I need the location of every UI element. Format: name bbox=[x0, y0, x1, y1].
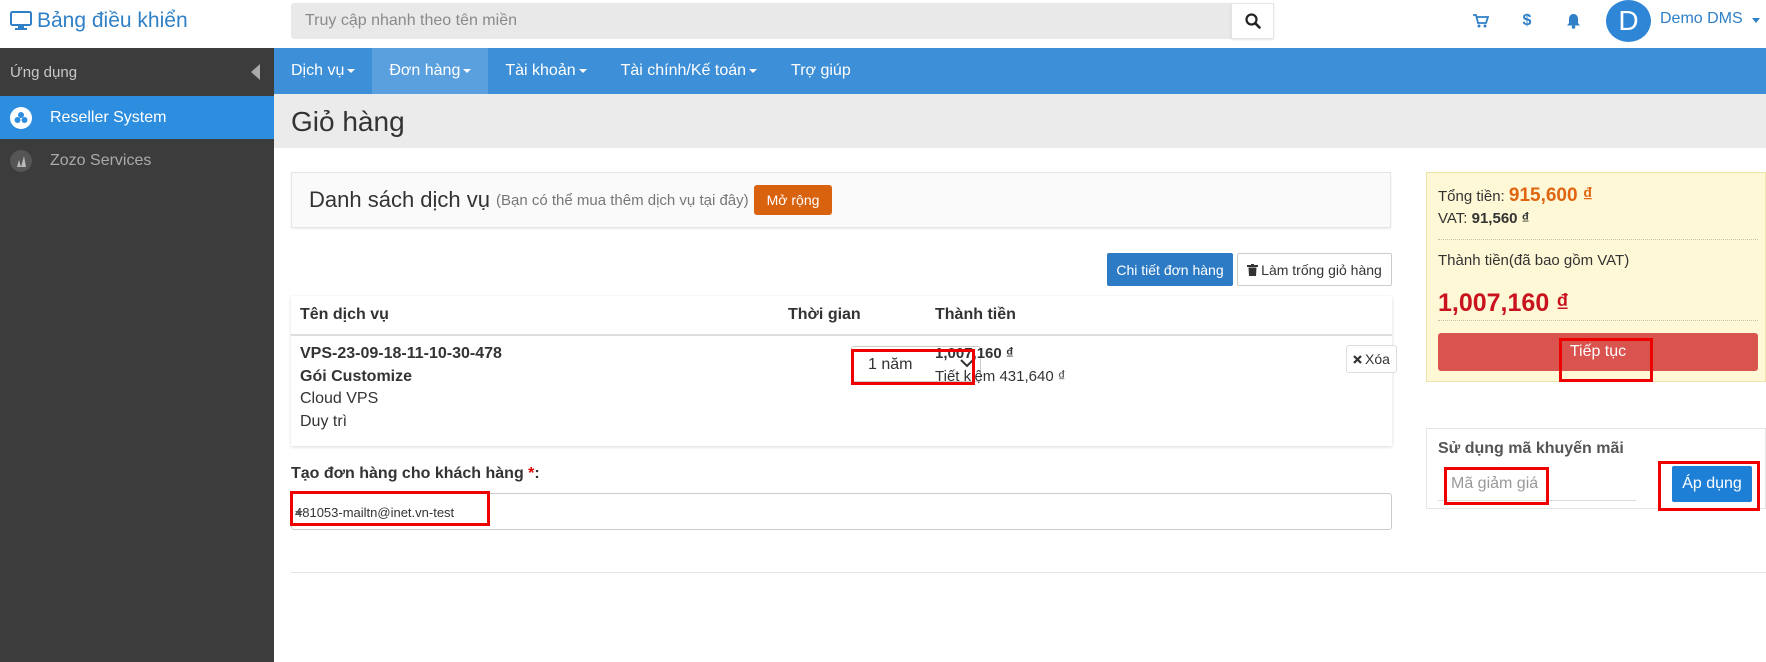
nav-label: Tài khoản bbox=[505, 62, 576, 79]
expand-button[interactable]: Mở rộng bbox=[753, 185, 833, 215]
bell-icon bbox=[1566, 14, 1580, 29]
search-icon bbox=[1244, 13, 1261, 29]
nav-label: Dịch vụ bbox=[291, 62, 345, 79]
main-content: Danh sách dịch vụ (Bạn có thể mua thêm d… bbox=[274, 148, 1766, 662]
service-name: VPS-23-09-18-11-10-30-478 bbox=[300, 345, 502, 362]
nav-item-orders[interactable]: Đơn hàng bbox=[372, 48, 489, 94]
vat-label: VAT: bbox=[1438, 210, 1468, 227]
total-line: Tổng tiền: 915,600 ₫ bbox=[1438, 185, 1593, 207]
service-list-subtitle: (Bạn có thể mua thêm dịch vụ tại đây) bbox=[496, 191, 749, 209]
service-package: Gói Customize bbox=[300, 367, 413, 385]
service-saving: Tiết kiệm 431,640 ₫ bbox=[935, 367, 1066, 385]
divider bbox=[291, 572, 1766, 573]
order-detail-label: Chi tiết đơn hàng bbox=[1116, 261, 1224, 278]
continue-button[interactable]: Tiếp tục bbox=[1438, 333, 1758, 371]
sidebar-item-label: Zozo Services bbox=[50, 151, 152, 169]
vat-line: VAT: 91,560 ₫ bbox=[1438, 210, 1529, 227]
service-type: Cloud VPS bbox=[300, 390, 379, 407]
apply-promo-button[interactable]: Áp dụng bbox=[1672, 466, 1752, 502]
top-bar: Bảng điều khiển $ D Demo DMS bbox=[0, 0, 1766, 48]
main-nav: Dịch vụ Đơn hàng Tài khoản Tài chính/Kế … bbox=[274, 48, 1766, 94]
brand-title: Bảng điều khiển bbox=[37, 9, 188, 32]
notification-button[interactable] bbox=[1562, 10, 1584, 32]
cart-button[interactable] bbox=[1470, 10, 1492, 32]
customer-select[interactable]: 481053-mailtn@inet.vn-test bbox=[291, 493, 1392, 530]
sidebar: Ứng dụng Reseller System Zozo Services bbox=[0, 48, 274, 662]
avatar[interactable]: D bbox=[1606, 0, 1651, 42]
grand-total-value: 1,007,160 ₫ bbox=[1438, 289, 1569, 317]
service-action: Duy trì bbox=[300, 412, 348, 430]
caret-down-icon bbox=[295, 511, 303, 515]
trash-icon bbox=[1247, 263, 1259, 276]
service-info: VPS-23-09-18-11-10-30-478 Gói Customize … bbox=[300, 343, 502, 433]
nav-item-finance[interactable]: Tài chính/Kế toán bbox=[604, 48, 774, 94]
search-button[interactable] bbox=[1231, 3, 1274, 39]
col-service-name: Tên dịch vụ bbox=[300, 306, 389, 323]
continue-label: Tiếp tục bbox=[1569, 343, 1627, 360]
table-header: Tên dịch vụ Thời gian Thành tiền bbox=[291, 296, 1392, 336]
total-label: Tổng tiền: bbox=[1438, 188, 1505, 205]
empty-cart-button[interactable]: Làm trống giỏ hàng bbox=[1237, 253, 1392, 286]
sidebar-item-label: Reseller System bbox=[50, 108, 167, 126]
caret-down-icon bbox=[347, 69, 356, 73]
customer-value: 481053-mailtn@inet.vn-test bbox=[295, 505, 455, 520]
delete-label: Xóa bbox=[1365, 351, 1390, 367]
zozo-logo-icon bbox=[10, 149, 32, 172]
service-list-title: Danh sách dịch vụ bbox=[309, 187, 490, 212]
sidebar-title: Ứng dụng bbox=[10, 63, 78, 81]
empty-cart-label: Làm trống giỏ hàng bbox=[1261, 261, 1382, 278]
nav-item-help[interactable]: Trợ giúp bbox=[774, 48, 868, 94]
user-menu[interactable]: Demo DMS bbox=[1660, 10, 1743, 28]
price-info: 1,007,160 ₫ Tiết kiệm 431,640 ₫ bbox=[935, 343, 1066, 388]
divider bbox=[1438, 239, 1758, 240]
customer-label-text: Tạo đơn hàng cho khách hàng bbox=[291, 465, 524, 482]
caret-down-icon bbox=[749, 69, 758, 73]
nav-item-account[interactable]: Tài khoản bbox=[488, 48, 603, 94]
dollar-icon: $ bbox=[1522, 12, 1532, 29]
sidebar-header: Ứng dụng bbox=[0, 48, 274, 96]
divider bbox=[1438, 320, 1758, 321]
search-input[interactable] bbox=[291, 3, 1274, 39]
customer-label-colon: : bbox=[534, 465, 540, 482]
total-value: 915,600 ₫ bbox=[1508, 185, 1593, 206]
monitor-icon bbox=[10, 11, 32, 30]
nav-item-services[interactable]: Dịch vụ bbox=[274, 48, 372, 94]
page-header: Giỏ hàng bbox=[274, 94, 1766, 148]
caret-down-icon bbox=[578, 69, 587, 73]
duration-value: 1 năm bbox=[868, 356, 913, 373]
nav-label: Đơn hàng bbox=[389, 62, 461, 79]
promo-title: Sử dụng mã khuyến mãi bbox=[1438, 440, 1624, 457]
grand-total-label: Thành tiền(đã bao gồm VAT) bbox=[1438, 252, 1630, 269]
sidebar-item-zozo-services[interactable]: Zozo Services bbox=[0, 139, 274, 182]
col-duration: Thời gian bbox=[788, 306, 861, 323]
service-list-panel: Danh sách dịch vụ (Bạn có thể mua thêm d… bbox=[291, 172, 1391, 228]
finance-button[interactable]: $ bbox=[1516, 10, 1538, 32]
promo-code-input[interactable] bbox=[1438, 467, 1636, 501]
search-box bbox=[291, 3, 1274, 39]
caret-down-icon bbox=[1752, 18, 1760, 23]
nav-label: Tài chính/Kế toán bbox=[620, 62, 747, 79]
customer-label: Tạo đơn hàng cho khách hàng *: bbox=[291, 465, 540, 483]
close-icon bbox=[1353, 354, 1362, 364]
service-price: 1,007,160 ₫ bbox=[935, 345, 1014, 362]
cubes-icon bbox=[10, 106, 32, 129]
order-summary: Tổng tiền: 915,600 ₫ VAT: 91,560 ₫ Thành… bbox=[1426, 172, 1766, 382]
page-title: Giỏ hàng bbox=[291, 106, 405, 137]
order-detail-button[interactable]: Chi tiết đơn hàng bbox=[1107, 253, 1233, 286]
avatar-letter: D bbox=[1618, 5, 1639, 36]
cart-table: Tên dịch vụ Thời gian Thành tiền VPS-23-… bbox=[291, 296, 1397, 446]
brand-link[interactable]: Bảng điều khiển bbox=[10, 8, 188, 34]
nav-label: Trợ giúp bbox=[791, 62, 851, 79]
collapse-sidebar-icon[interactable] bbox=[251, 64, 260, 80]
promo-panel: Sử dụng mã khuyến mãi Áp dụng bbox=[1426, 428, 1766, 509]
sidebar-item-reseller-system[interactable]: Reseller System bbox=[0, 96, 274, 139]
caret-down-icon bbox=[463, 69, 472, 73]
apply-label: Áp dụng bbox=[1682, 475, 1742, 492]
delete-button[interactable]: Xóa bbox=[1346, 345, 1397, 373]
cart-icon bbox=[1473, 14, 1489, 28]
vat-value: 91,560 ₫ bbox=[1471, 210, 1530, 227]
col-amount: Thành tiền bbox=[935, 306, 1016, 323]
